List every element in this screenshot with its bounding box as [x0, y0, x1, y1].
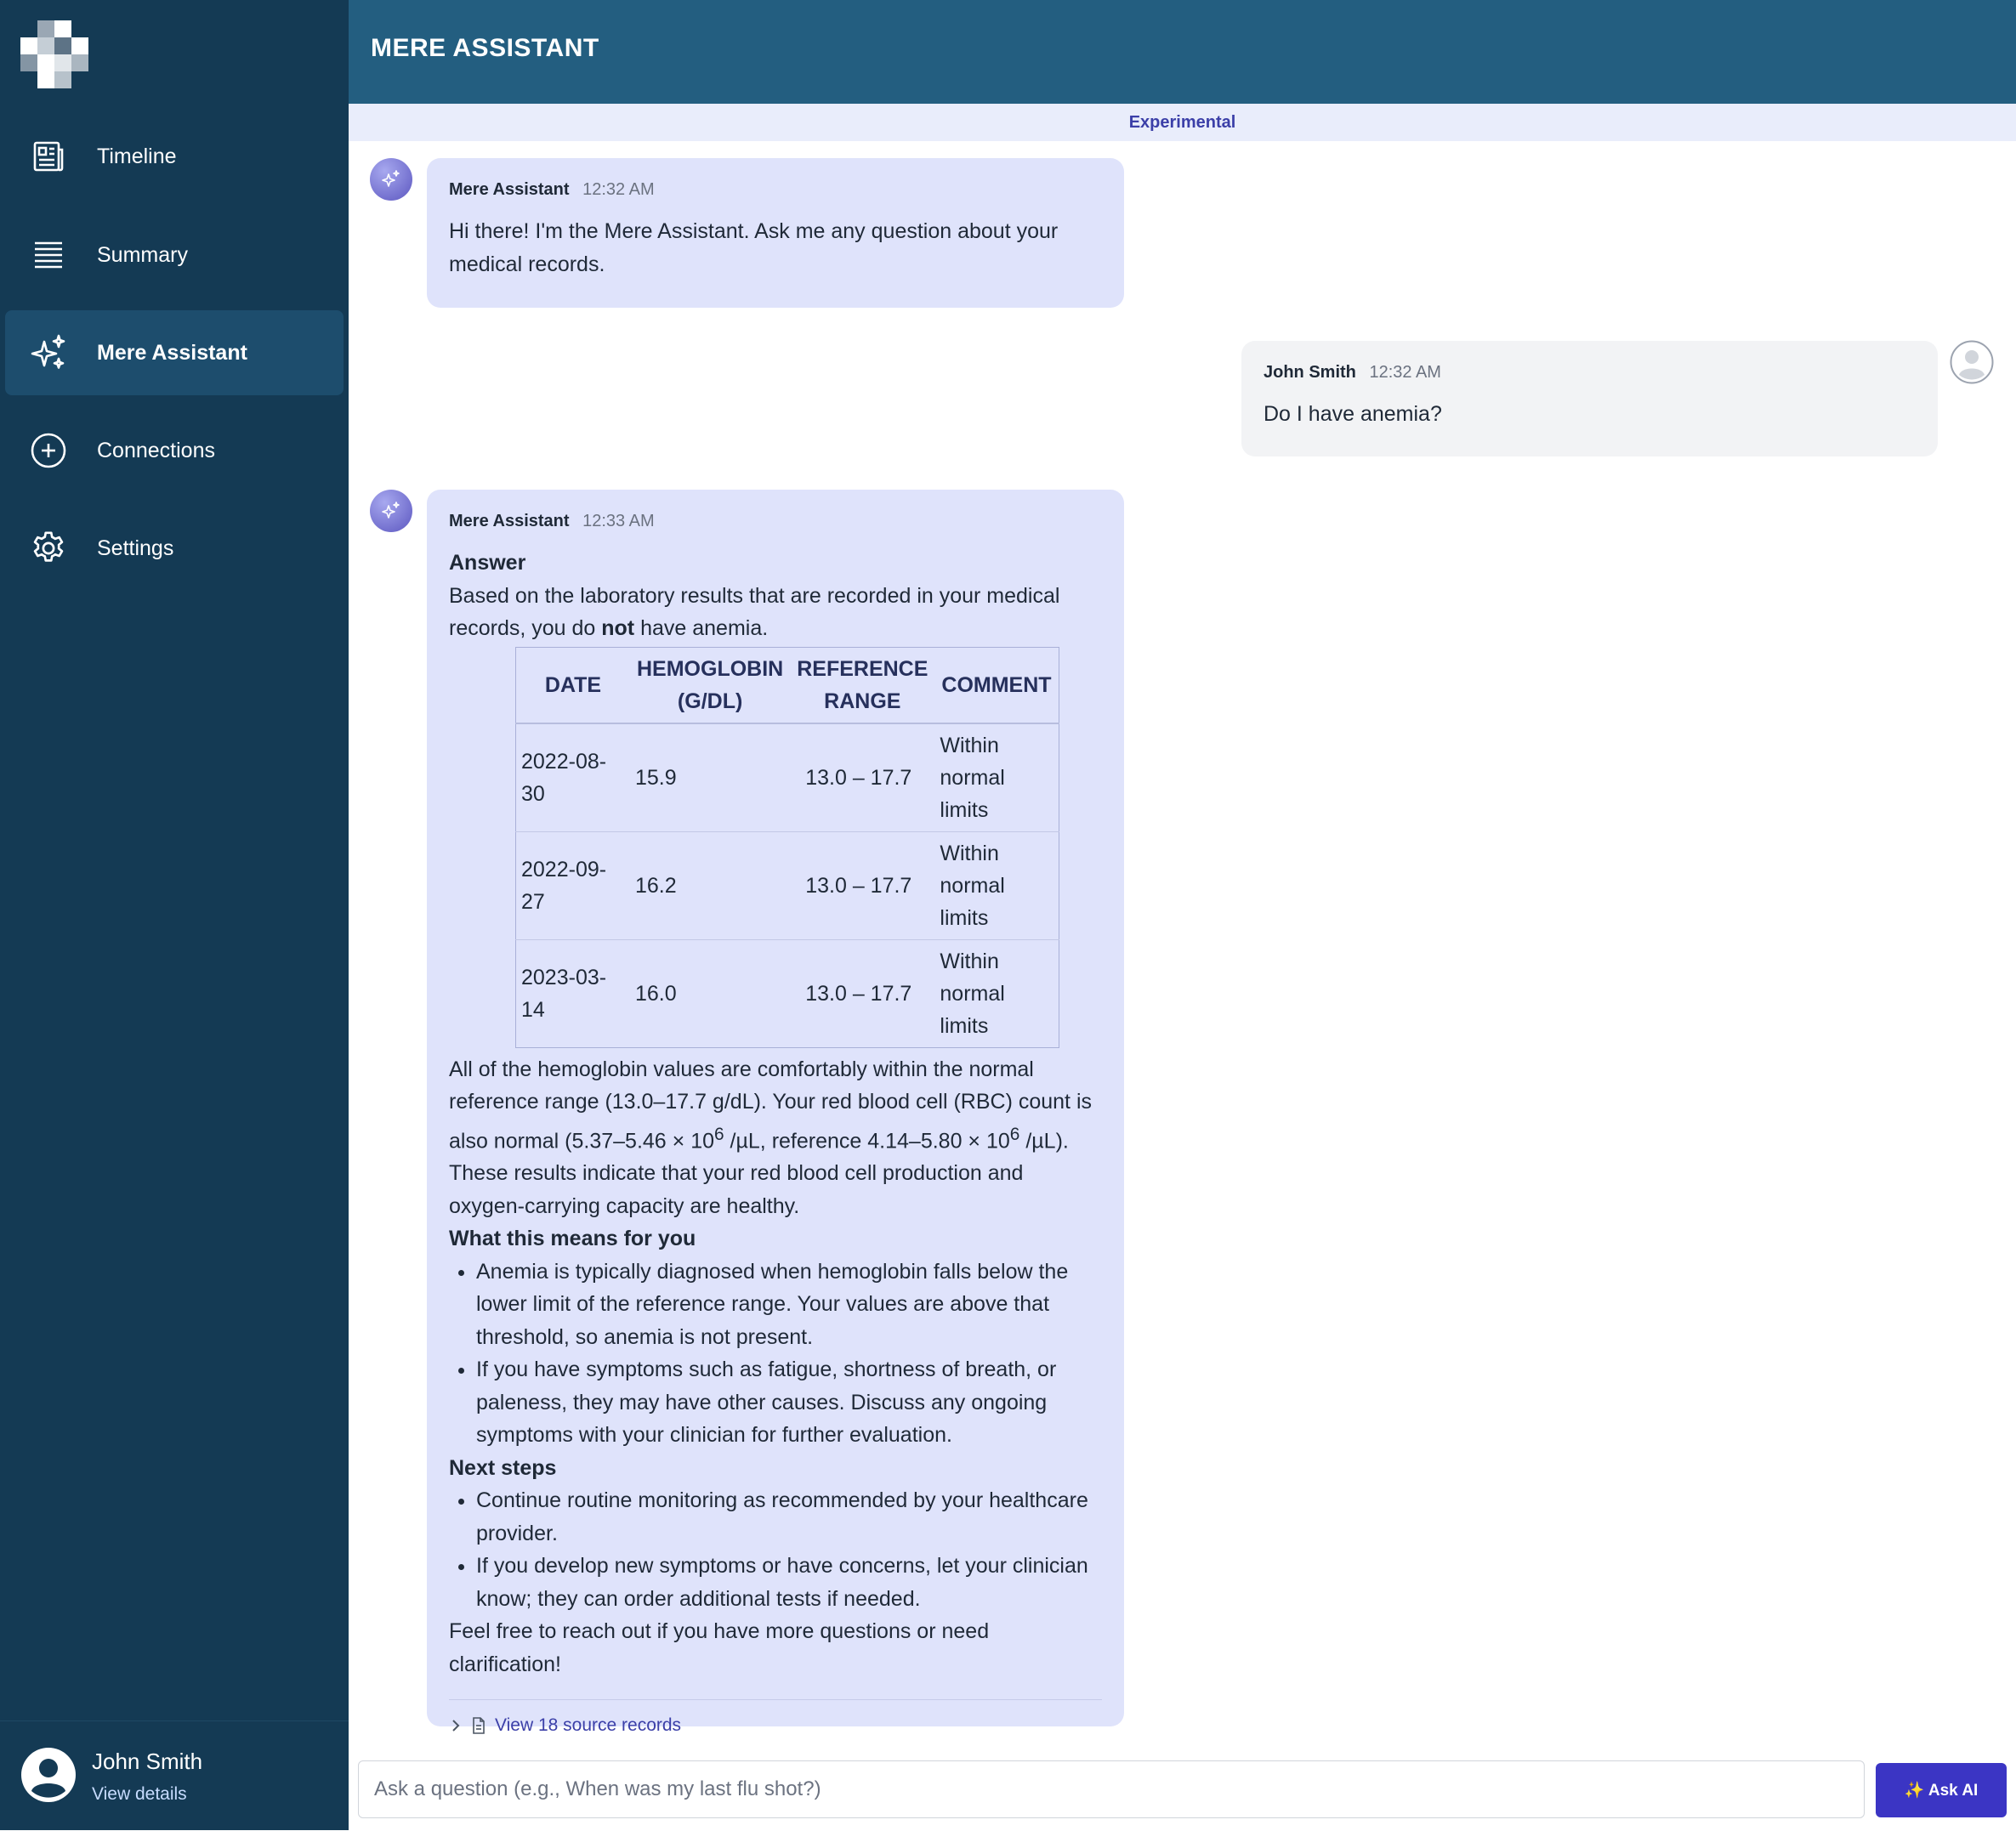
timeline-icon — [29, 137, 68, 176]
list-item: If you have symptoms such as fatigue, sh… — [476, 1353, 1102, 1452]
assistant-message: Mere Assistant 12:32 AM Hi there! I'm th… — [427, 158, 1124, 308]
sparkles-icon — [382, 170, 400, 187]
table-cell: 15.9 — [630, 723, 791, 831]
column-header: Reference Range — [790, 647, 935, 724]
plus-circle-icon — [29, 431, 68, 470]
experimental-badge: Experimental — [349, 104, 2016, 141]
sidebar-item-summary[interactable]: Summary — [5, 213, 344, 298]
table-cell: 16.0 — [630, 938, 791, 1047]
hemoglobin-table: Date Hemoglobin (g/dL) Reference Range C… — [515, 646, 1059, 1048]
table-row: 2022-09-27 16.2 13.0 – 17.7 Within norma… — [515, 830, 1059, 939]
sidebar-item-settings[interactable]: Settings — [5, 506, 344, 591]
sender-name: Mere Assistant — [449, 512, 570, 530]
user-message: John Smith 12:32 AM Do I have anemia? — [1241, 341, 1938, 456]
sidebar: Timeline Summary Mere Assistant Connecti… — [0, 0, 349, 1830]
sidebar-item-label: Settings — [97, 536, 174, 560]
question-input-wrapper — [358, 1760, 1865, 1818]
sidebar-item-timeline[interactable]: Timeline — [5, 114, 344, 199]
bullet-list: Anemia is typically diagnosed when hemog… — [449, 1256, 1102, 1452]
view-sources-toggle[interactable]: View 18 source records — [449, 1699, 1102, 1736]
sender-name: Mere Assistant — [449, 180, 570, 199]
explanation-text: All of the hemoglobin values are comfort… — [449, 1057, 1093, 1218]
table-cell: 13.0 – 17.7 — [790, 830, 935, 939]
table-cell: 16.2 — [630, 830, 791, 939]
message-time: 12:32 AM — [1369, 363, 1441, 382]
message-meta: John Smith 12:32 AM — [1264, 363, 1916, 383]
message-text: Do I have anemia? — [1264, 402, 1442, 426]
page-title: MERE ASSISTANT — [371, 34, 599, 62]
table-cell: 2023-03-14 — [515, 938, 630, 1047]
table-cell: 13.0 – 17.7 — [790, 938, 935, 1047]
sidebar-item-label: Summary — [97, 242, 188, 267]
table-cell: 2022-09-27 — [515, 830, 630, 939]
closing-text: Feel free to reach out if you have more … — [449, 1619, 990, 1676]
chevron-right-icon — [452, 1720, 460, 1732]
column-header: Date — [515, 647, 630, 724]
user-avatar — [1950, 340, 1994, 384]
table-cell: 2022-08-30 — [515, 723, 630, 831]
table-row: 2023-03-14 16.0 13.0 – 17.7 Within norma… — [515, 938, 1059, 1047]
table-cell: Within normal limits — [934, 938, 1059, 1047]
answer-text: Based on the laboratory results that are… — [449, 583, 1060, 641]
message-meta: Mere Assistant 12:32 AM — [449, 180, 1102, 200]
view-details-link[interactable]: View details — [92, 1784, 187, 1805]
sparkles-icon — [382, 502, 400, 519]
sidebar-item-label: Mere Assistant — [97, 340, 247, 365]
bullet-list: Continue routine monitoring as recommend… — [449, 1484, 1102, 1615]
table-cell: Within normal limits — [934, 830, 1059, 939]
message-text: Hi there! I'm the Mere Assistant. Ask me… — [449, 219, 1059, 276]
sparkles-icon — [29, 333, 68, 372]
assistant-message: Mere Assistant 12:33 AM Answer Based on … — [427, 490, 1124, 1735]
sidebar-item-label: Connections — [97, 438, 215, 462]
sidebar-item-label: Timeline — [97, 144, 177, 168]
message-meta: Mere Assistant 12:33 AM — [449, 512, 1102, 531]
answer-heading: Answer — [449, 551, 526, 575]
section-heading: Next steps — [449, 1455, 557, 1480]
view-sources-label: View 18 source records — [495, 1715, 682, 1736]
message-time: 12:33 AM — [582, 512, 655, 530]
column-header: Hemoglobin (g/dL) — [630, 647, 791, 724]
sidebar-item-connections[interactable]: Connections — [5, 408, 344, 493]
sender-name: John Smith — [1264, 363, 1356, 382]
list-item: If you develop new symptoms or have conc… — [476, 1550, 1102, 1615]
message-time: 12:32 AM — [582, 180, 655, 199]
question-input[interactable] — [359, 1761, 1864, 1817]
table-header-row: Date Hemoglobin (g/dL) Reference Range C… — [515, 647, 1059, 724]
assistant-avatar — [370, 158, 412, 201]
table-row: 2022-08-30 15.9 13.0 – 17.7 Within norma… — [515, 723, 1059, 831]
list-item: Anemia is typically diagnosed when hemog… — [476, 1256, 1102, 1354]
user-name: John Smith — [92, 1749, 203, 1774]
assistant-avatar — [370, 490, 412, 532]
mere-logo[interactable] — [20, 20, 88, 88]
sidebar-item-mere-assistant[interactable]: Mere Assistant — [5, 310, 344, 395]
document-icon — [473, 1717, 485, 1735]
avatar[interactable] — [20, 1747, 77, 1803]
ask-ai-button[interactable]: ✨ Ask AI — [1876, 1763, 2007, 1817]
list-item: Continue routine monitoring as recommend… — [476, 1484, 1102, 1550]
table-cell: 13.0 – 17.7 — [790, 723, 935, 831]
gear-icon — [29, 529, 68, 568]
table-cell: Within normal limits — [934, 723, 1059, 831]
page-header: MERE ASSISTANT — [349, 0, 2016, 104]
user-footer: John Smith View details — [0, 1720, 349, 1831]
list-icon — [29, 235, 68, 275]
column-header: Comment — [934, 647, 1059, 724]
section-heading: What this means for you — [449, 1227, 696, 1251]
